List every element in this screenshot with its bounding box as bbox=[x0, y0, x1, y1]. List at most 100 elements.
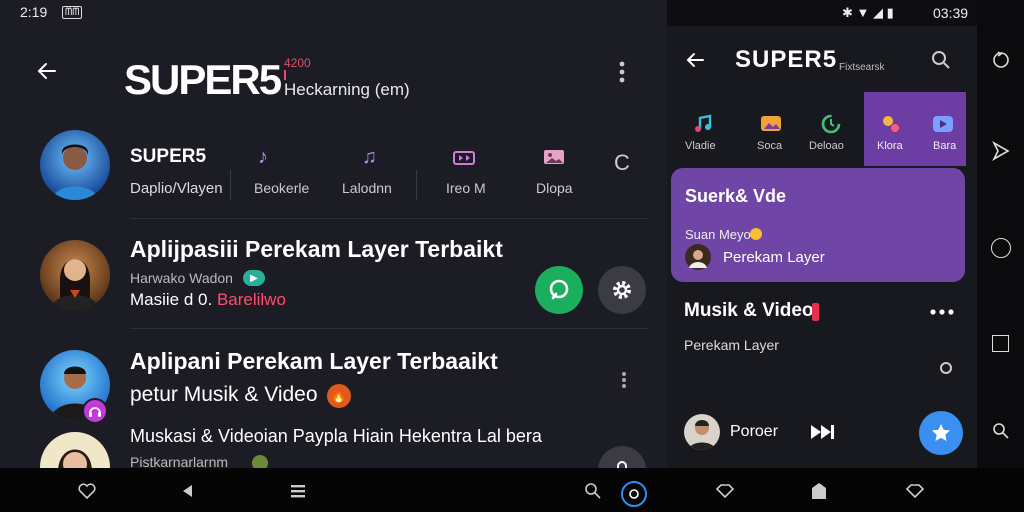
item-avatar[interactable] bbox=[40, 432, 110, 468]
heart-icon bbox=[78, 483, 96, 499]
tab-label: Vladie bbox=[685, 140, 716, 152]
loading-indicator-icon bbox=[940, 362, 952, 374]
image-icon bbox=[542, 148, 566, 168]
status-time: 03:39 bbox=[933, 5, 969, 21]
recents-button[interactable] bbox=[992, 335, 1009, 352]
bookmark-button[interactable] bbox=[990, 140, 1012, 162]
status-bar-left: 2:19 ᗰᗰ bbox=[0, 0, 667, 24]
header-tag: Fixtsearsk bbox=[839, 62, 885, 73]
section-accent bbox=[812, 303, 819, 321]
tab-deloao[interactable]: Deloao bbox=[807, 110, 857, 160]
status-badge: ᗰᗰ bbox=[62, 6, 83, 19]
wifi-icon: ▼ bbox=[856, 5, 870, 20]
person-avatar-icon bbox=[50, 259, 100, 310]
logo-tag: 4200 bbox=[284, 56, 311, 70]
app-logo: SUPER5 bbox=[124, 56, 282, 103]
headphones-icon bbox=[82, 398, 108, 424]
tab-vladie[interactable]: Vladie bbox=[681, 110, 731, 160]
music-note-icon: ♪ bbox=[258, 146, 268, 168]
tab-klora[interactable]: Klora bbox=[871, 110, 917, 160]
triangle-back-icon bbox=[183, 485, 192, 497]
tab-beokerle[interactable]: ♪ Beokerle bbox=[244, 146, 322, 202]
video-icon bbox=[931, 112, 955, 136]
battery-icon: ▮ bbox=[886, 5, 894, 20]
status-bar-right: ✱ ▼ ◢ ▮ 03:39 bbox=[667, 0, 977, 26]
tab-label: Beokerle bbox=[254, 180, 310, 196]
card-title: Suerk& Vde bbox=[685, 186, 787, 206]
skip-forward-icon bbox=[811, 425, 834, 439]
film-icon bbox=[452, 148, 476, 168]
more-vertical-icon bbox=[619, 61, 625, 83]
item-title[interactable]: Muskasi & Videoian Paypla Hiain Hekentra… bbox=[130, 426, 542, 447]
tab-dlopa[interactable]: Dlopa bbox=[528, 146, 588, 202]
item-subtitle: Pistkarnarlarnm bbox=[130, 454, 229, 468]
fire-emoji-icon: 🔥 bbox=[327, 384, 351, 408]
gem-icon bbox=[906, 484, 924, 498]
arrow-left-icon bbox=[37, 63, 56, 79]
tab-soca[interactable]: Soca bbox=[751, 110, 801, 160]
back-button[interactable] bbox=[34, 58, 60, 84]
rotate-icon bbox=[993, 51, 1009, 68]
item-meta-text: Masiie d 0. bbox=[130, 290, 213, 309]
search-icon bbox=[585, 483, 601, 499]
favorite-fab[interactable] bbox=[919, 411, 963, 455]
coin-icon bbox=[750, 228, 762, 240]
settings-button[interactable] bbox=[598, 266, 646, 314]
gem-nav-button[interactable] bbox=[904, 480, 926, 502]
item-meta: Masiie d 0. Barelilwo bbox=[130, 290, 286, 310]
heart-button[interactable] bbox=[76, 480, 98, 502]
status-time: 2:19 bbox=[20, 4, 48, 20]
more-vertical-icon bbox=[622, 372, 626, 388]
search-button[interactable] bbox=[929, 48, 953, 72]
overflow-menu-button[interactable] bbox=[610, 58, 634, 86]
tab-ireo-m[interactable]: Ireo M bbox=[440, 146, 500, 202]
tab-lalodnn[interactable]: ♫ Lalodnn bbox=[340, 146, 410, 202]
back-button[interactable] bbox=[683, 48, 707, 72]
home-button[interactable] bbox=[991, 238, 1011, 258]
app-title: SUPER5 bbox=[735, 46, 838, 73]
item-avatar[interactable] bbox=[40, 240, 110, 310]
refresh-icon bbox=[819, 112, 843, 136]
tab-label: Bara bbox=[933, 140, 957, 152]
search-button[interactable] bbox=[990, 420, 1012, 442]
play-badge-icon: ▶ bbox=[243, 270, 265, 286]
section-title: Musik & Video bbox=[684, 300, 814, 321]
system-navigation-bar bbox=[0, 468, 1024, 512]
home-icon bbox=[812, 483, 826, 499]
item-action-button[interactable] bbox=[598, 446, 646, 468]
tab-label: Soca bbox=[757, 140, 783, 152]
tab-bara[interactable]: Bara bbox=[925, 110, 965, 160]
gem-icon bbox=[716, 484, 734, 498]
search-nav-button[interactable] bbox=[582, 480, 604, 502]
home-nav-button[interactable] bbox=[808, 480, 830, 502]
player-avatar[interactable] bbox=[684, 414, 720, 450]
record-button[interactable] bbox=[535, 266, 583, 314]
item-more-button[interactable] bbox=[614, 368, 634, 392]
item-title[interactable]: Aplijpasiii Perekam Layer Terbaikt bbox=[130, 236, 503, 263]
assistant-button[interactable] bbox=[621, 481, 647, 507]
bluetooth-icon: ✱ bbox=[842, 5, 853, 20]
status-icons: ✱ ▼ ◢ ▮ bbox=[842, 5, 894, 21]
person-avatar-icon bbox=[52, 144, 98, 200]
left-app-panel: 2:19 ᗰᗰ SUPER5 4200 Heckarning (em) SUPE… bbox=[0, 0, 667, 468]
back-nav-button[interactable] bbox=[176, 480, 198, 502]
header-subtitle: Heckarning (em) bbox=[284, 80, 410, 99]
assistant-icon bbox=[629, 489, 639, 499]
music-notes-icon: ♫ bbox=[362, 146, 377, 168]
tab-label: Deloao bbox=[809, 140, 844, 152]
featured-card[interactable]: Suerk& Vde Suan Meyo Perekam Layer bbox=[671, 168, 965, 282]
refresh-icon[interactable]: C bbox=[614, 150, 630, 176]
tab-label: Ireo M bbox=[446, 180, 486, 196]
divider bbox=[230, 170, 231, 200]
person-avatar-icon bbox=[689, 250, 707, 268]
menu-button[interactable] bbox=[287, 480, 309, 502]
play-next-button[interactable] bbox=[807, 420, 837, 444]
rotate-button[interactable] bbox=[990, 48, 1012, 70]
item-title[interactable]: Aplipani Perekam Layer Terbaaikt bbox=[130, 348, 498, 375]
profile-avatar[interactable] bbox=[40, 130, 110, 200]
diamond-button[interactable] bbox=[714, 480, 736, 502]
person-avatar-icon bbox=[688, 420, 716, 450]
search-icon bbox=[932, 51, 950, 69]
person-avatar-icon bbox=[58, 449, 92, 468]
section-more-button[interactable] bbox=[927, 302, 957, 322]
